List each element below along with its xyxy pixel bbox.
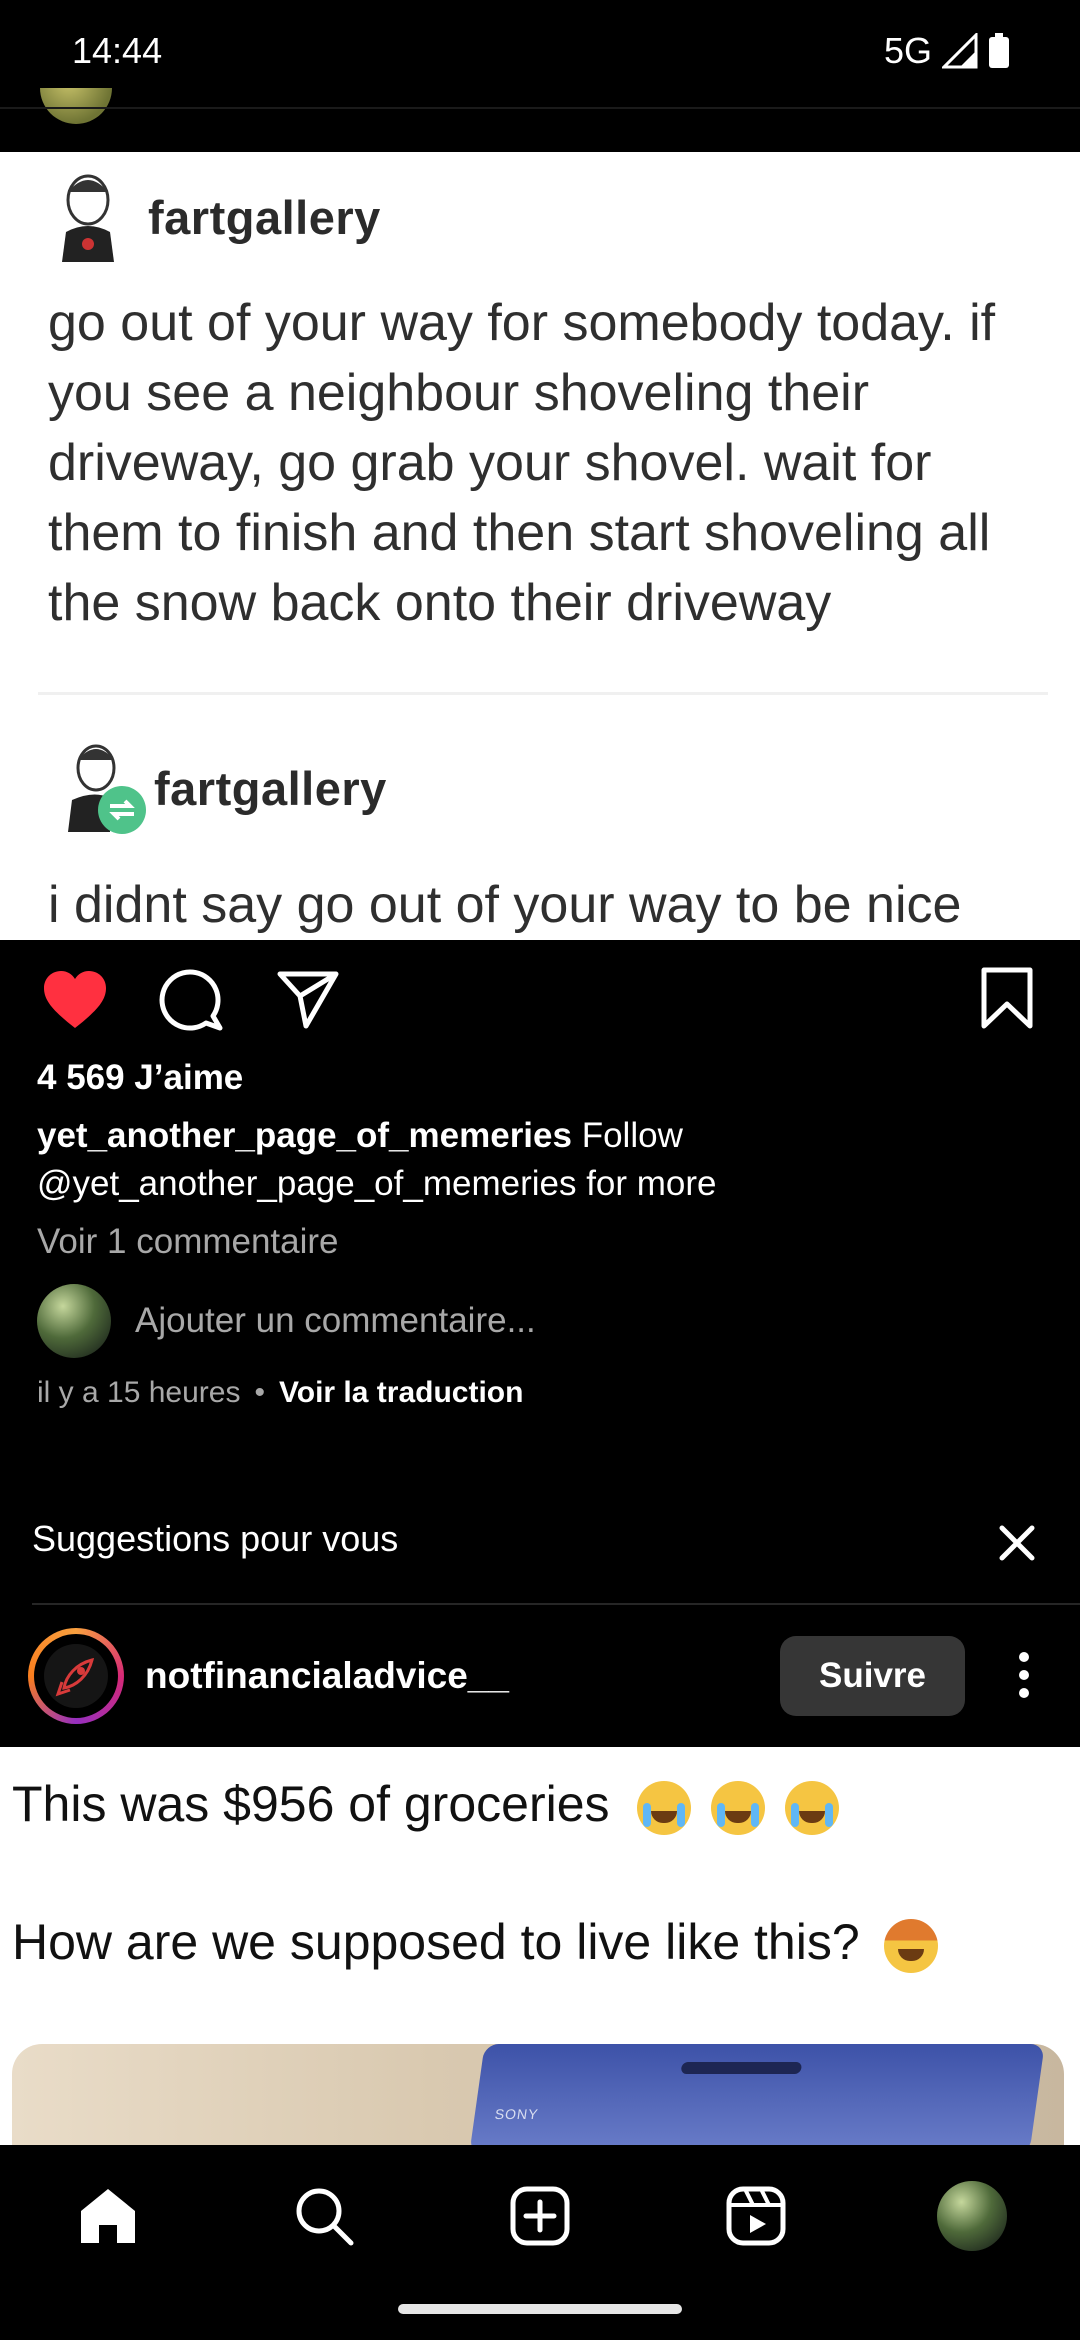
home-icon	[81, 2189, 135, 2243]
caption-text-2: @yet_another_page_of_memeries for more	[37, 1164, 717, 1203]
post-meta: il y a 15 heures • Voir la traduction	[37, 1376, 523, 1410]
photo-brand-label: SONY	[493, 2106, 540, 2122]
caption: yet_another_page_of_memeries Follow @yet…	[37, 1112, 1047, 1208]
reels-icon	[726, 2186, 786, 2246]
dot-separator-icon: •	[254, 1376, 265, 1409]
divider	[32, 1603, 1080, 1605]
suggested-account-name[interactable]: notfinancialadvice__	[145, 1655, 509, 1697]
box-slot	[680, 2062, 803, 2074]
nav-search[interactable]	[288, 2180, 360, 2252]
post2-photo: SONY	[12, 2044, 1064, 2145]
post-image-2[interactable]: This was $956 of groceries How are we su…	[0, 1747, 1080, 2145]
crying-emoji-icon	[785, 1780, 840, 1835]
status-time: 14:44	[72, 30, 163, 71]
close-icon[interactable]	[994, 1520, 1040, 1566]
share-icon[interactable]	[276, 970, 340, 1030]
post2-line-1: This was $956 of groceries	[12, 1775, 840, 1835]
meme-reply-text: i didnt say go out of your way to be nic…	[48, 876, 962, 934]
meme-text-line: you see a neighbour shoveling their	[48, 364, 870, 422]
meme-user-row: fartgallery	[52, 172, 381, 262]
post2-line-2: How are we supposed to live like this?	[12, 1913, 938, 1973]
post-time: il y a 15 heures	[37, 1376, 241, 1409]
post-image[interactable]: fartgallery go out of your way for someb…	[0, 152, 1080, 940]
search-icon	[296, 2188, 354, 2246]
comment-input[interactable]: Ajouter un commentaire...	[135, 1301, 536, 1341]
meme-divider	[38, 692, 1048, 695]
signal-icon	[942, 33, 978, 69]
meme-reblog-avatar-icon	[68, 744, 146, 834]
meme-text-line: go out of your way for somebody today. i…	[48, 294, 996, 352]
meme-username-2: fartgallery	[154, 761, 387, 815]
heart-icon[interactable]	[42, 970, 108, 1030]
nav-profile[interactable]	[936, 2180, 1008, 2252]
nav-reels[interactable]	[720, 2180, 792, 2252]
crying-emoji-icon	[711, 1780, 766, 1835]
post2-text-1: This was $956 of groceries	[12, 1776, 610, 1832]
nav-home[interactable]	[72, 2180, 144, 2252]
view-comments-link[interactable]: Voir 1 commentaire	[37, 1222, 339, 1262]
divider	[0, 107, 1080, 109]
blue-box: SONY	[469, 2044, 1045, 2145]
battery-icon	[989, 33, 1009, 68]
post2-text-2: How are we supposed to live like this?	[12, 1914, 860, 1970]
comment-icon[interactable]	[158, 966, 224, 1032]
home-indicator[interactable]	[398, 2304, 682, 2314]
meme-text-line: the snow back onto their driveway	[48, 574, 832, 632]
translate-link[interactable]: Voir la traduction	[279, 1376, 523, 1410]
add-comment-row[interactable]: Ajouter un commentaire...	[37, 1284, 536, 1358]
nav-create[interactable]	[504, 2180, 576, 2252]
suggested-account-avatar[interactable]	[28, 1628, 124, 1724]
follow-button[interactable]: Suivre	[780, 1636, 965, 1716]
meme-username: fartgallery	[148, 190, 381, 244]
previous-post-avatar	[40, 88, 112, 124]
meme-avatar-icon	[62, 174, 114, 262]
meme-text-line: them to finish and then start shoveling …	[48, 504, 991, 562]
suggestions-title: Suggestions pour vous	[32, 1518, 399, 1559]
more-icon[interactable]	[1004, 1650, 1044, 1700]
caption-text: Follow	[581, 1116, 683, 1155]
status-indicators: 5G	[884, 30, 1010, 72]
create-icon	[510, 2186, 570, 2246]
rocket-icon	[55, 1657, 95, 1697]
likes-count[interactable]: 4 569 J’aime	[37, 1058, 243, 1098]
meme-user-row-2: fartgallery	[60, 742, 387, 834]
exploding-head-emoji-icon	[883, 1918, 938, 1973]
avatar	[37, 1284, 111, 1358]
caption-author[interactable]: yet_another_page_of_memeries	[37, 1116, 572, 1155]
crying-emoji-icon	[637, 1780, 692, 1835]
meme-text: go out of your way for somebody today. i…	[48, 288, 995, 638]
profile-avatar	[937, 2181, 1007, 2251]
bookmark-icon[interactable]	[980, 966, 1034, 1030]
network-label: 5G	[883, 30, 932, 71]
meme-text-line: driveway, go grab your shovel. wait for	[48, 434, 932, 492]
